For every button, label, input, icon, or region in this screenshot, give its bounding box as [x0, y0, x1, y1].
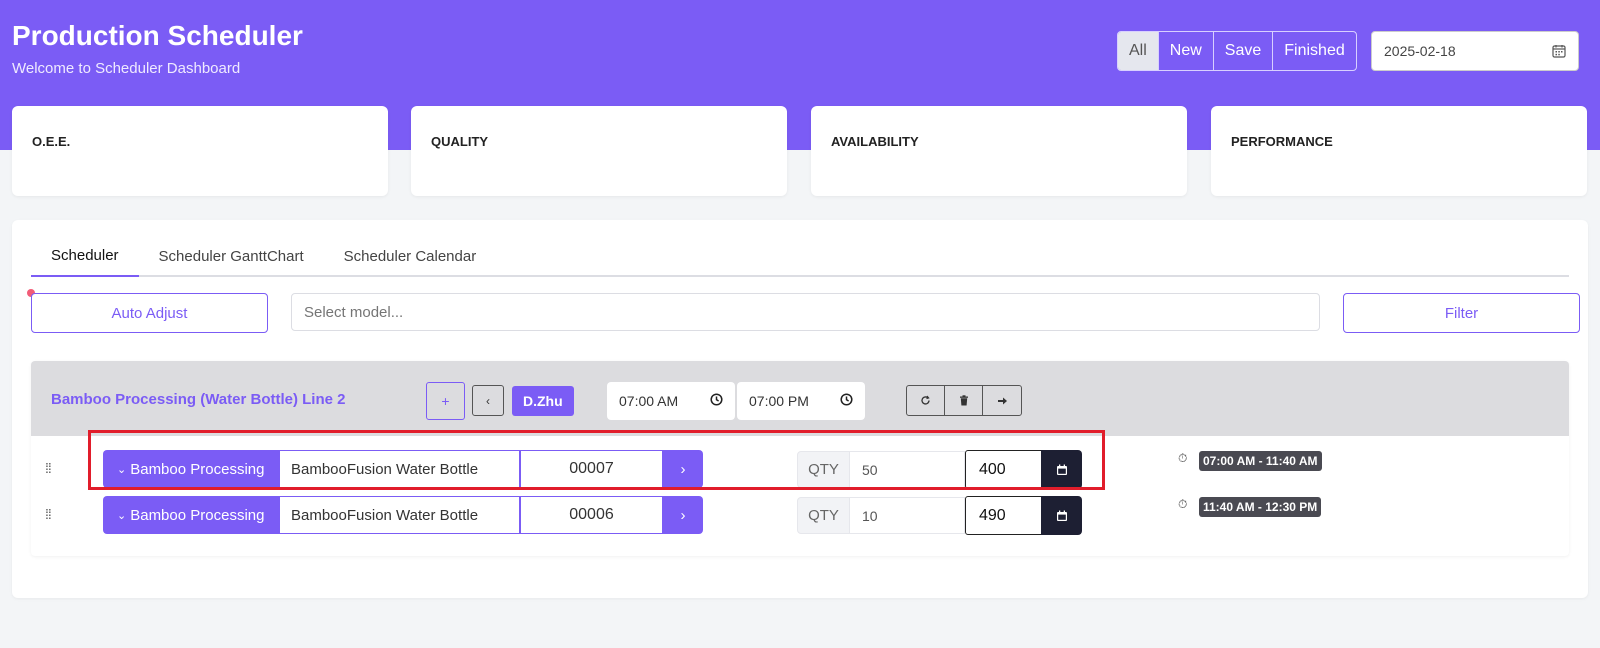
chevron-left-icon[interactable]: ‹: [472, 385, 504, 416]
start-time-value: 07:00 AM: [619, 393, 679, 409]
qty-label: QTY: [797, 497, 850, 534]
tab-scheduler-ganttchart[interactable]: Scheduler GanttChart: [139, 235, 324, 277]
status-filter-group: All New Save Finished: [1117, 31, 1357, 71]
process-dropdown[interactable]: ⌄ Bamboo Processing: [103, 496, 280, 534]
end-time-value: 07:00 PM: [749, 393, 809, 409]
job-row: ⁞⁞ ⌄ Bamboo Processing BambooFusion Wate…: [31, 494, 1569, 536]
highlight-annotation: [88, 430, 1105, 490]
order-number-field[interactable]: 00006: [520, 496, 663, 534]
add-job-button[interactable]: +: [426, 382, 465, 420]
calendar-button[interactable]: [1041, 496, 1082, 535]
chevron-down-icon: ⌄: [117, 509, 127, 522]
time-range-badge: 11:40 AM - 12:30 PM: [1199, 497, 1322, 517]
start-time-input[interactable]: 07:00 AM: [607, 382, 735, 420]
kpi-label: QUALITY: [431, 134, 489, 149]
timer-icon: ⏱: [1178, 497, 1188, 511]
model-select-input[interactable]: [291, 293, 1320, 331]
operator-badge[interactable]: D.Zhu: [512, 386, 574, 416]
tab-scheduler[interactable]: Scheduler: [31, 235, 139, 277]
product-field[interactable]: BambooFusion Water Bottle: [280, 496, 520, 534]
end-time-input[interactable]: 07:00 PM: [737, 382, 865, 420]
page-subtitle: Welcome to Scheduler Dashboard: [12, 60, 241, 77]
kpi-label: AVAILABILITY: [831, 134, 919, 149]
clock-icon: [710, 393, 723, 409]
date-value: 2025-02-18: [1384, 43, 1456, 59]
tab-scheduler-calendar[interactable]: Scheduler Calendar: [324, 235, 497, 277]
process-label: Bamboo Processing: [130, 506, 265, 524]
timer-icon: ⏱: [1178, 451, 1188, 465]
kpi-card-performance: PERFORMANCE: [1211, 106, 1587, 196]
kpi-card-oee: O.E.E.: [12, 106, 388, 196]
arrow-right-icon[interactable]: [983, 386, 1021, 415]
scheduler-panel: Scheduler Scheduler GanttChart Scheduler…: [12, 220, 1588, 598]
page-title: Production Scheduler: [12, 20, 303, 51]
calendar-icon: [1552, 44, 1566, 58]
trash-icon[interactable]: [945, 386, 983, 415]
filter-finished-button[interactable]: Finished: [1273, 32, 1355, 70]
line-title: Bamboo Processing (Water Bottle) Line 2: [51, 391, 346, 408]
auto-adjust-button[interactable]: Auto Adjust: [31, 293, 268, 333]
tab-bar: Scheduler Scheduler GanttChart Scheduler…: [31, 235, 1569, 277]
clock-icon: [840, 393, 853, 409]
line-header: Bamboo Processing (Water Bottle) Line 2 …: [31, 361, 1569, 436]
filter-button[interactable]: Filter: [1343, 293, 1580, 333]
qty-done-field[interactable]: 10: [850, 497, 965, 534]
time-range-badge: 07:00 AM - 11:40 AM: [1199, 451, 1322, 471]
qty-total-input[interactable]: 490: [965, 496, 1042, 535]
refresh-icon[interactable]: [907, 386, 945, 415]
drag-handle-icon[interactable]: ⁞⁞: [45, 506, 52, 522]
kpi-card-availability: AVAILABILITY: [811, 106, 1187, 196]
kpi-label: PERFORMANCE: [1231, 134, 1333, 149]
filter-save-button[interactable]: Save: [1214, 32, 1274, 70]
date-picker[interactable]: 2025-02-18: [1371, 31, 1579, 71]
filter-new-button[interactable]: New: [1159, 32, 1214, 70]
kpi-label: O.E.E.: [32, 134, 71, 149]
filter-all-button[interactable]: All: [1118, 32, 1159, 70]
drag-handle-icon[interactable]: ⁞⁞: [45, 460, 52, 476]
kpi-card-quality: QUALITY: [411, 106, 787, 196]
line-action-group: [906, 385, 1022, 416]
chevron-right-icon[interactable]: ›: [663, 496, 703, 534]
